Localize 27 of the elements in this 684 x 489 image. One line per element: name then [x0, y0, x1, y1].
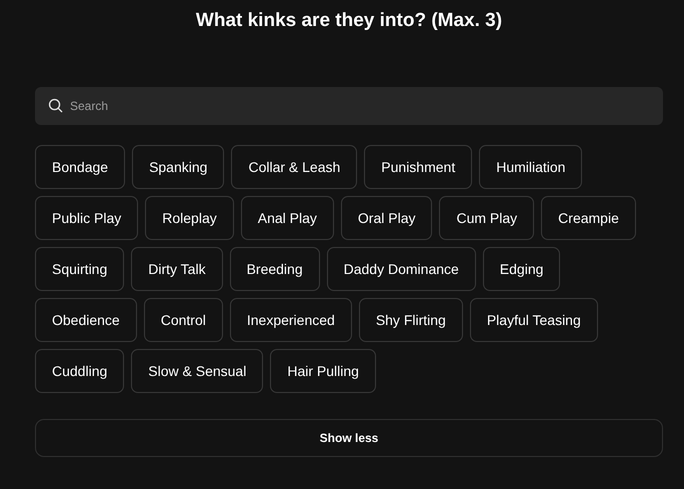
tag-chip[interactable]: Breeding — [230, 247, 320, 291]
tag-chip[interactable]: Hair Pulling — [270, 349, 376, 393]
tag-chip[interactable]: Creampie — [541, 196, 636, 240]
tag-chip[interactable]: Oral Play — [340, 196, 432, 240]
tag-chip[interactable]: Cuddling — [35, 349, 124, 393]
tag-chip[interactable]: Anal Play — [240, 196, 334, 240]
tag-chip[interactable]: Obedience — [35, 298, 137, 342]
tag-chip[interactable]: Dirty Talk — [131, 247, 223, 291]
tag-chip[interactable]: Cum Play — [439, 196, 534, 240]
tag-chip[interactable]: Control — [144, 298, 223, 342]
question-title: What kinks are they into? (Max. 3) — [194, 9, 504, 33]
tag-chip[interactable]: Bondage — [35, 145, 126, 189]
tag-chip[interactable]: Humiliation — [479, 145, 582, 189]
search-field[interactable]: Search — [35, 87, 663, 125]
tag-chip[interactable]: Playful Teasing — [470, 298, 598, 342]
tag-chip[interactable]: Collar & Leash — [231, 145, 358, 189]
tag-chip[interactable]: Shy Flirting — [358, 298, 463, 342]
tag-chip[interactable]: Squirting — [35, 247, 124, 291]
tag-chip[interactable]: Edging — [482, 247, 560, 291]
show-less-button[interactable]: Show less — [35, 419, 663, 457]
tag-chip[interactable]: Inexperienced — [230, 298, 352, 342]
tag-chip[interactable]: Spanking — [132, 145, 224, 189]
tag-chip[interactable]: Daddy Dominance — [326, 247, 476, 291]
tag-chip[interactable]: Roleplay — [145, 196, 234, 240]
tag-chip[interactable]: Punishment — [364, 145, 472, 189]
tag-chip[interactable]: Slow & Sensual — [131, 349, 264, 393]
tag-chip[interactable]: Public Play — [35, 196, 138, 240]
